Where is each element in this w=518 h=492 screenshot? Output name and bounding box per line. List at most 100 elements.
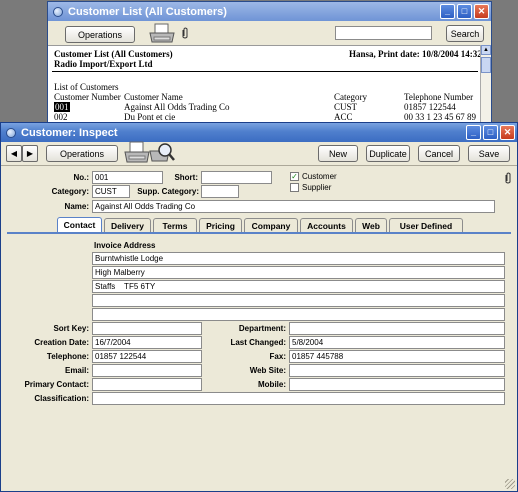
attachment-icon[interactable] bbox=[504, 171, 512, 185]
customer-inspect-window: Customer: Inspect _ □ ✕ ◀ ▶ Operations N… bbox=[0, 122, 518, 492]
inspect-window-controls: _ □ ✕ bbox=[466, 125, 515, 140]
last-changed-field[interactable]: 5/8/2004 bbox=[289, 336, 505, 349]
tab-underline bbox=[7, 232, 511, 234]
telephone-field[interactable]: 01857 122544 bbox=[92, 350, 202, 363]
list-window-title: Customer List (All Customers) bbox=[68, 5, 227, 18]
app-icon bbox=[53, 6, 63, 17]
next-record-button[interactable]: ▶ bbox=[22, 145, 38, 162]
no-label: No.: bbox=[73, 173, 89, 182]
printer-icon[interactable] bbox=[123, 141, 151, 165]
supp-category-label: Supp. Category: bbox=[137, 187, 199, 196]
last-changed-label: Last Changed: bbox=[230, 338, 286, 347]
scroll-thumb[interactable] bbox=[481, 57, 491, 73]
minimize-icon[interactable]: _ bbox=[440, 4, 455, 19]
email-label: Email: bbox=[64, 366, 89, 375]
list-search-input[interactable] bbox=[335, 26, 432, 40]
report-area: Customer List (All Customers) Hansa, Pri… bbox=[48, 45, 482, 123]
app-icon bbox=[6, 127, 16, 138]
print-preview-icon[interactable] bbox=[149, 141, 175, 165]
resize-grip-icon[interactable] bbox=[505, 479, 515, 489]
email-field[interactable] bbox=[92, 364, 202, 377]
col-header-category: Category bbox=[334, 92, 367, 102]
department-field[interactable] bbox=[289, 322, 505, 335]
report-print-info: Hansa, Print date: 10/8/2004 14:32 bbox=[349, 49, 482, 59]
list-window-controls: _ □ ✕ bbox=[440, 4, 489, 19]
tab-user-defined[interactable]: User Defined bbox=[389, 218, 463, 232]
tab-delivery[interactable]: Delivery bbox=[104, 218, 151, 232]
tab-terms[interactable]: Terms bbox=[153, 218, 197, 232]
address-line-3[interactable]: Staffs TF5 6TY bbox=[92, 280, 505, 293]
address-line-1[interactable]: Burntwhistle Lodge bbox=[92, 252, 505, 265]
primary-contact-field[interactable] bbox=[92, 378, 202, 391]
row-1-number[interactable]: 001 bbox=[54, 102, 70, 112]
sort-key-field[interactable] bbox=[92, 322, 202, 335]
maximize-icon[interactable]: □ bbox=[483, 125, 498, 140]
close-icon[interactable]: ✕ bbox=[500, 125, 515, 140]
cancel-button[interactable]: Cancel bbox=[418, 145, 460, 162]
report-list-heading: List of Customers bbox=[54, 82, 119, 92]
address-line-2[interactable]: High Malberry bbox=[92, 266, 505, 279]
arrow-right-icon: ▶ bbox=[26, 149, 34, 158]
tab-company[interactable]: Company bbox=[244, 218, 298, 232]
supp-category-field[interactable] bbox=[201, 185, 239, 198]
list-titlebar[interactable]: Customer List (All Customers) _ □ ✕ bbox=[48, 2, 491, 21]
short-label: Short: bbox=[174, 173, 198, 182]
supplier-checkbox[interactable] bbox=[290, 183, 299, 192]
inspect-window-title: Customer: Inspect bbox=[21, 126, 118, 139]
operations-button[interactable]: Operations bbox=[46, 145, 118, 162]
customer-checkbox[interactable]: ✓ bbox=[290, 172, 299, 181]
tab-web[interactable]: Web bbox=[355, 218, 387, 232]
row-2-telephone: 00 33 1 23 45 67 89 bbox=[404, 112, 476, 122]
category-label: Category: bbox=[51, 187, 89, 196]
col-header-number: Customer Number bbox=[54, 92, 121, 102]
duplicate-button[interactable]: Duplicate bbox=[366, 145, 410, 162]
category-field[interactable]: CUST bbox=[92, 185, 130, 198]
customer-list-window: Customer List (All Customers) _ □ ✕ Oper… bbox=[47, 1, 492, 123]
web-site-label: Web Site: bbox=[249, 366, 286, 375]
row-2-number[interactable]: 002 bbox=[54, 112, 68, 122]
report-company: Radio Import/Export Ltd bbox=[54, 59, 153, 69]
row-2-category: ACC bbox=[334, 112, 353, 122]
fax-field[interactable]: 01857 445788 bbox=[289, 350, 505, 363]
telephone-label: Telephone: bbox=[46, 352, 89, 361]
department-label: Department: bbox=[238, 324, 286, 333]
web-site-field[interactable] bbox=[289, 364, 505, 377]
attachment-icon[interactable] bbox=[181, 26, 189, 40]
close-icon[interactable]: ✕ bbox=[474, 4, 489, 19]
scroll-up-icon[interactable]: ▲ bbox=[481, 45, 491, 55]
classification-label: Classification: bbox=[34, 394, 89, 403]
report-divider bbox=[52, 71, 478, 72]
address-line-5[interactable] bbox=[92, 308, 505, 321]
address-line-4[interactable] bbox=[92, 294, 505, 307]
primary-contact-label: Primary Contact: bbox=[24, 380, 89, 389]
search-button[interactable]: Search bbox=[446, 25, 484, 42]
col-header-name: Customer Name bbox=[124, 92, 183, 102]
name-field[interactable]: Against All Odds Trading Co bbox=[92, 200, 495, 213]
tab-accounts[interactable]: Accounts bbox=[300, 218, 353, 232]
inspect-titlebar[interactable]: Customer: Inspect _ □ ✕ bbox=[1, 123, 517, 142]
classification-field[interactable] bbox=[92, 392, 505, 405]
list-operations-button[interactable]: Operations bbox=[65, 26, 135, 43]
report-title: Customer List (All Customers) bbox=[54, 49, 173, 59]
no-field[interactable]: 001 bbox=[92, 171, 163, 184]
tab-contact[interactable]: Contact bbox=[57, 217, 102, 232]
save-button[interactable]: Save bbox=[468, 145, 510, 162]
supplier-checkbox-label: Supplier bbox=[302, 183, 332, 192]
toolbar-divider bbox=[1, 165, 517, 166]
mobile-label: Mobile: bbox=[258, 380, 286, 389]
list-scrollbar[interactable]: ▲ bbox=[480, 45, 491, 123]
creation-date-label: Creation Date: bbox=[34, 338, 89, 347]
customer-checkbox-label: Customer bbox=[302, 172, 337, 181]
name-label: Name: bbox=[64, 202, 89, 211]
minimize-icon[interactable]: _ bbox=[466, 125, 481, 140]
new-button[interactable]: New bbox=[318, 145, 358, 162]
short-field[interactable] bbox=[201, 171, 272, 184]
maximize-icon[interactable]: □ bbox=[457, 4, 472, 19]
col-header-telephone: Telephone Number bbox=[404, 92, 474, 102]
creation-date-field[interactable]: 16/7/2004 bbox=[92, 336, 202, 349]
mobile-field[interactable] bbox=[289, 378, 505, 391]
previous-record-button[interactable]: ◀ bbox=[6, 145, 22, 162]
tab-pricing[interactable]: Pricing bbox=[199, 218, 242, 232]
printer-icon[interactable] bbox=[148, 23, 176, 45]
arrow-left-icon: ◀ bbox=[10, 149, 18, 158]
